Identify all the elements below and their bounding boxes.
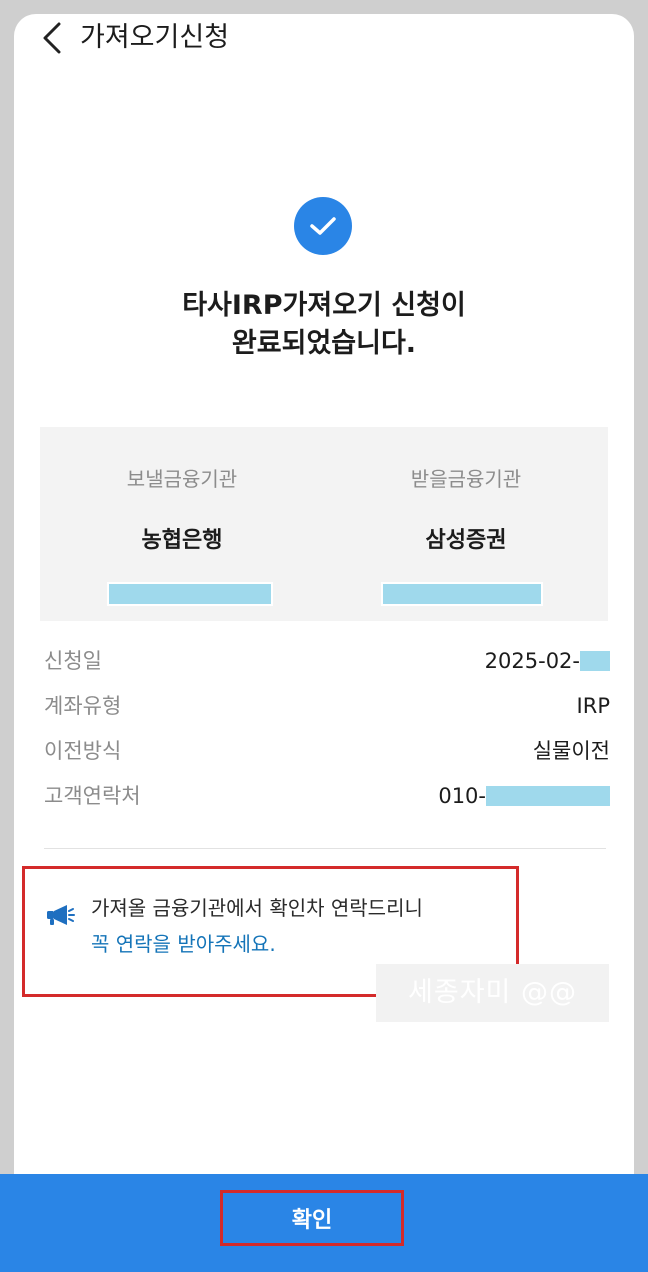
header: 가져오기신청 (14, 14, 634, 64)
receiving-institution-label: 받을금융기관 (410, 467, 522, 491)
detail-label: 신청일 (44, 649, 102, 673)
phone-redacted (486, 786, 610, 806)
notice-text: 가져올 금융기관에서 확인차 연락드리니 (91, 896, 423, 920)
completion-message-line1: 타사IRP가져오기 신청이 (182, 290, 466, 321)
detail-row-transfer-method: 이전방식 실물이전 (44, 734, 610, 768)
detail-value-wrap: 2025-02- (485, 644, 610, 678)
page-title: 가져오기신청 (80, 22, 230, 53)
detail-value: 2025-02- (484, 649, 580, 673)
detail-row-contact: 고객연락처 010- (44, 779, 610, 813)
detail-label: 이전방식 (44, 739, 122, 763)
completion-message: 타사IRP가져오기 신청이 완료되었습니다. (14, 287, 634, 363)
chevron-left-icon (43, 22, 61, 54)
app-screen: 가져오기신청 타사IRP가져오기 신청이 완료되었습니다. 보낼금융기관 농협은… (14, 14, 634, 1256)
date-redacted (580, 651, 610, 671)
detail-value: IRP (576, 694, 610, 718)
receiving-institution: 받을금융기관 삼성증권 (324, 427, 608, 621)
detail-row-account-type: 계좌유형 IRP (44, 689, 610, 723)
detail-value: 010- (438, 784, 486, 808)
detail-row-application-date: 신청일 2025-02- (44, 644, 610, 678)
receiving-institution-name: 삼성증권 (425, 528, 507, 553)
sending-institution-name: 농협은행 (141, 528, 223, 553)
notice-emphasis-text: 꼭 연락을 받아주세요. (91, 932, 276, 956)
sending-institution-label: 보낼금융기관 (126, 467, 238, 491)
institution-summary: 보낼금융기관 농협은행 받을금융기관 삼성증권 (40, 427, 608, 621)
watermark: 세종자미 @@ (376, 964, 609, 1022)
divider (44, 848, 606, 849)
completion-message-line2: 완료되었습니다. (231, 328, 417, 359)
bottom-action-bar: 확인 (0, 1174, 648, 1272)
detail-value: 실물이전 (532, 739, 610, 763)
confirm-button[interactable]: 확인 (220, 1190, 404, 1246)
sending-account-redacted (107, 582, 273, 606)
detail-label: 고객연락처 (44, 784, 141, 808)
sending-institution: 보낼금융기관 농협은행 (40, 427, 324, 621)
megaphone-icon (47, 905, 75, 925)
detail-value-wrap: 010- (438, 779, 610, 813)
back-button[interactable] (34, 20, 70, 56)
check-circle-icon (294, 197, 352, 255)
detail-label: 계좌유형 (44, 694, 122, 718)
receiving-account-redacted (381, 582, 543, 606)
